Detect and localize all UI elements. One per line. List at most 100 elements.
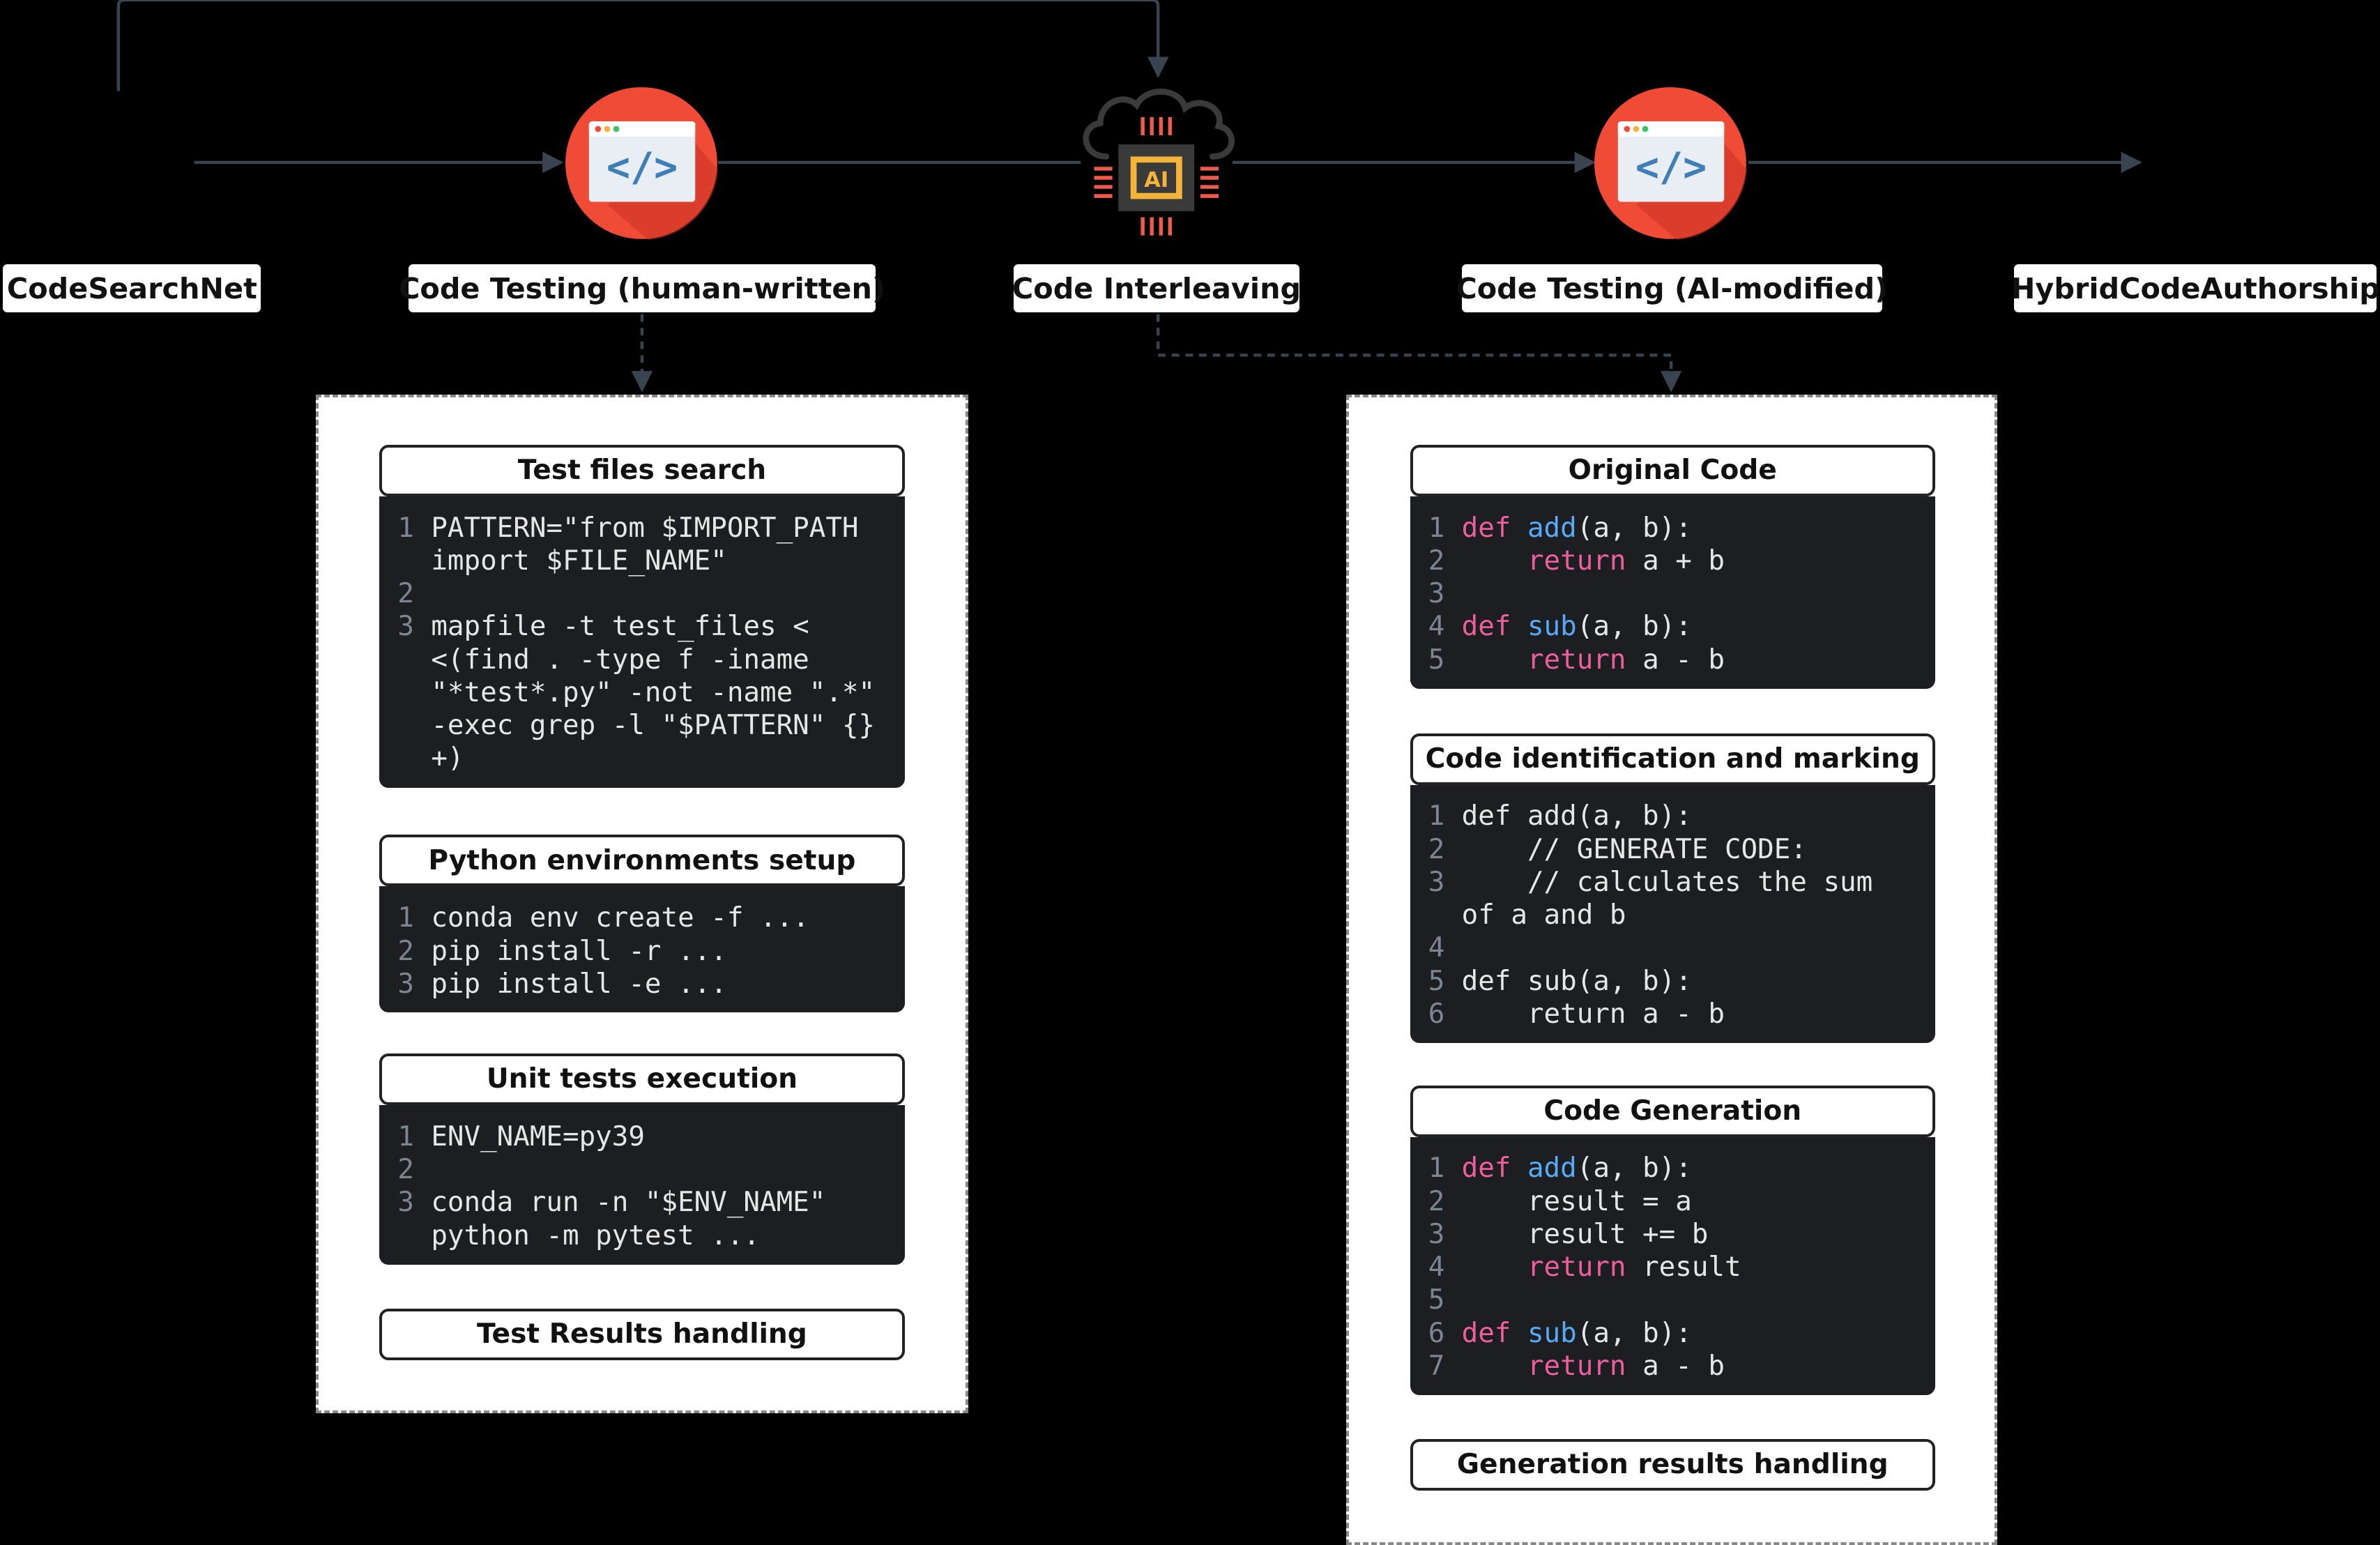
code-line: 2 // GENERATE CODE: bbox=[1428, 833, 1917, 866]
code-text: return a - b bbox=[1461, 998, 1725, 1030]
line-number: 3 bbox=[1428, 578, 1445, 610]
code-line: 2 return a + b bbox=[1428, 545, 1917, 577]
line-number: 4 bbox=[1428, 932, 1445, 964]
code-line: 3 bbox=[1428, 577, 1917, 610]
code-line: 1 PATTERN="from $IMPORT_PATH import $FILE… bbox=[397, 512, 886, 578]
code-text: pip install -e ... bbox=[431, 968, 727, 1000]
code-line: 1 def add(a, b): bbox=[1428, 1152, 1917, 1185]
svg-text:</>: </> bbox=[607, 144, 678, 190]
code-text: ENV_NAME=py39 bbox=[431, 1120, 645, 1152]
line-number: 3 bbox=[1428, 1218, 1445, 1250]
generation-results-header: Generation results handling bbox=[1410, 1438, 1935, 1491]
code-text: def add(a, b): bbox=[1461, 1152, 1692, 1185]
line-number: 3 bbox=[1428, 866, 1445, 898]
code-line: 3 conda run -n "$ENV_NAME" python -m pyte… bbox=[397, 1186, 886, 1252]
line-number: 5 bbox=[1428, 965, 1445, 997]
python-env-setup-header: Python environments setup bbox=[379, 835, 905, 887]
line-number: 2 bbox=[1428, 833, 1445, 865]
code-text: conda env create -f ... bbox=[431, 902, 809, 934]
stage-code-testing-human: Code Testing (human-written) bbox=[399, 264, 885, 313]
code-text: pip install -r ... bbox=[431, 935, 727, 967]
code-text: // GENERATE CODE: bbox=[1461, 833, 1807, 865]
dashed-arrow-right bbox=[1157, 314, 1682, 393]
code-line: 1 def add(a, b): bbox=[1428, 512, 1917, 545]
line-number: 7 bbox=[1428, 1350, 1445, 1382]
ai-chip-cloud-icon: AI bbox=[1083, 88, 1235, 236]
stage-code-interleaving: Code Interleaving bbox=[1012, 264, 1301, 313]
code-text: def sub(a, b): bbox=[1461, 1317, 1692, 1349]
line-number: 2 bbox=[397, 935, 415, 967]
code-text: return result bbox=[1527, 1251, 1741, 1284]
code-line: 2 result = a bbox=[1428, 1185, 1917, 1218]
code-line: 2 bbox=[397, 1153, 886, 1186]
code-text: mapfile -t test_files < <(find . -type f… bbox=[431, 611, 892, 775]
original-code-block: 1 def add(a, b): 2 return a + b3 4 def sub(… bbox=[1410, 496, 1935, 690]
line-number: 1 bbox=[397, 512, 415, 544]
code-text: def sub(a, b): bbox=[1461, 611, 1692, 643]
test-files-search-header: Test files search bbox=[379, 444, 905, 496]
code-text: def add(a, b): bbox=[1461, 800, 1692, 832]
code-line: 1 ENV_NAME=py39 bbox=[397, 1120, 886, 1153]
code-line: 2 pip install -r ... bbox=[397, 935, 886, 968]
code-window-icon: </> bbox=[565, 87, 718, 240]
code-text: PATTERN="from $IMPORT_PATH import $FILE_… bbox=[431, 512, 876, 577]
line-number: 3 bbox=[397, 968, 415, 1000]
line-number: 1 bbox=[1428, 800, 1445, 832]
unit-tests-code: 1 ENV_NAME=py39 2 3 conda run -n "$ENV_NAME… bbox=[379, 1105, 905, 1265]
code-line: 4 def sub(a, b): bbox=[1428, 610, 1917, 643]
code-line: 7 return a - b bbox=[1428, 1350, 1917, 1383]
stage-codesearchnet: CodeSearchNet bbox=[3, 264, 261, 313]
line-number: 4 bbox=[1428, 1251, 1445, 1284]
unit-tests-header: Unit tests execution bbox=[379, 1053, 905, 1105]
code-text: return a - b bbox=[1527, 644, 1725, 676]
loop-arrow bbox=[116, 0, 1169, 91]
code-text: def sub(a, b): bbox=[1461, 965, 1692, 997]
code-line: 1 def add(a, b): bbox=[1428, 800, 1917, 832]
line-number: 5 bbox=[1428, 1284, 1445, 1316]
line-number: 5 bbox=[1428, 644, 1445, 676]
test-files-search-code: 1 PATTERN="from $IMPORT_PATH import $FILE… bbox=[379, 496, 905, 788]
test-results-header: Test Results handling bbox=[379, 1308, 905, 1360]
original-code-header: Original Code bbox=[1410, 444, 1935, 496]
code-line: 3 mapfile -t test_files < <(find . -type … bbox=[397, 610, 886, 775]
stage-code-testing-ai: Code Testing (AI-modified) bbox=[1456, 264, 1888, 313]
code-line: 5 bbox=[1428, 1284, 1917, 1316]
code-marking-block: 1 def add(a, b): 2 // GENERATE CODE: 3 // c… bbox=[1410, 784, 1935, 1043]
code-line: 5 def sub(a, b): bbox=[1428, 965, 1917, 998]
code-window-icon: </> bbox=[1594, 87, 1747, 240]
code-generation-header: Code Generation bbox=[1410, 1085, 1935, 1137]
code-line: 3 result += b bbox=[1428, 1218, 1917, 1251]
code-text: return a + b bbox=[1527, 545, 1725, 577]
line-number: 6 bbox=[1428, 998, 1445, 1030]
line-number: 1 bbox=[397, 1120, 415, 1152]
code-text: return a - b bbox=[1527, 1350, 1725, 1382]
line-number: 1 bbox=[1428, 512, 1445, 544]
code-line: 6 def sub(a, b): bbox=[1428, 1317, 1917, 1350]
line-number: 1 bbox=[397, 902, 415, 934]
line-number: 2 bbox=[397, 578, 415, 610]
code-marking-header: Code identification and marking bbox=[1410, 733, 1935, 785]
code-line: 6 return a - b bbox=[1428, 998, 1917, 1030]
line-number: 3 bbox=[397, 1187, 415, 1219]
svg-text:</>: </> bbox=[1635, 144, 1707, 190]
code-line: 3 pip install -e ... bbox=[397, 968, 886, 1000]
code-line: 2 bbox=[397, 577, 886, 610]
code-text: // calculates the sum of a and b bbox=[1461, 866, 1889, 931]
python-env-setup-code: 1 conda env create -f ... 2 pip install -r … bbox=[379, 886, 905, 1013]
line-number: 4 bbox=[1428, 611, 1445, 643]
svg-text:AI: AI bbox=[1145, 168, 1169, 192]
code-line: 1 conda env create -f ... bbox=[397, 901, 886, 934]
code-text: conda run -n "$ENV_NAME" python -m pytes… bbox=[431, 1187, 842, 1251]
code-generation-block: 1 def add(a, b): 2 result = a3 result += b… bbox=[1410, 1136, 1935, 1395]
code-line: 4 return result bbox=[1428, 1251, 1917, 1284]
code-line: 5 return a - b bbox=[1428, 644, 1917, 676]
line-number: 2 bbox=[1428, 545, 1445, 577]
stage-hybridcodeauthorship: HybridCodeAuthorship bbox=[2011, 264, 2380, 313]
line-number: 2 bbox=[1428, 1185, 1445, 1217]
code-line: 3 // calculates the sum of a and b bbox=[1428, 866, 1917, 932]
